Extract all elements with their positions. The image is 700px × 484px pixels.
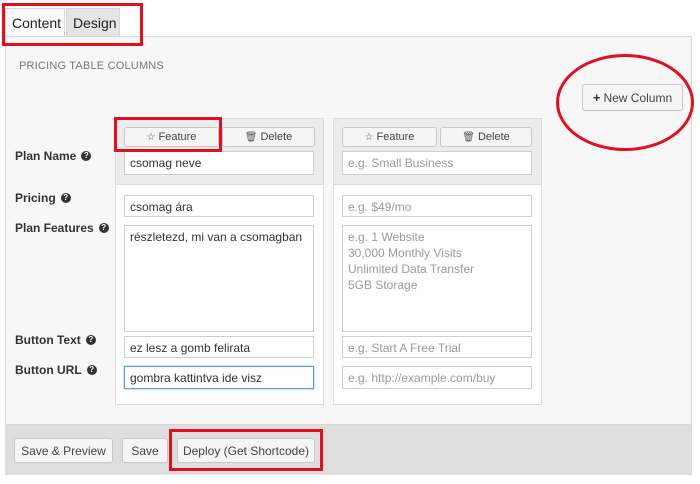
- delete-label: Delete: [260, 131, 293, 143]
- label-plan-features: Plan Features?: [15, 221, 109, 235]
- feature-label: Feature: [158, 131, 197, 143]
- label-button-text: Button Text?: [15, 333, 96, 347]
- plan-features-textarea[interactable]: e.g. 1 Website 30,000 Monthly Visits Unl…: [342, 225, 532, 332]
- plus-icon: +: [592, 90, 601, 105]
- label-button-url: Button URL?: [15, 363, 97, 377]
- help-icon[interactable]: ?: [81, 151, 92, 161]
- label-plan-name: Plan Name?: [15, 149, 92, 163]
- tab-content[interactable]: Content: [5, 8, 65, 36]
- pricing-input[interactable]: csomag ára: [124, 195, 314, 217]
- tab-design[interactable]: Design: [66, 8, 120, 36]
- feature-button[interactable]: ☆ Feature: [124, 127, 219, 147]
- help-icon[interactable]: ?: [85, 335, 96, 345]
- feature-label: Feature: [376, 131, 415, 143]
- delete-button[interactable]: 🗑 Delete: [440, 127, 532, 147]
- new-column-label: New Column: [603, 90, 673, 105]
- pricing-input[interactable]: e.g. $49/mo: [342, 195, 532, 217]
- star-icon: ☆: [364, 131, 374, 143]
- delete-label: Delete: [477, 131, 510, 143]
- feature-button[interactable]: ☆ Feature: [342, 127, 437, 147]
- trash-icon: 🗑: [244, 131, 258, 143]
- plan-name-input[interactable]: csomag neve: [124, 151, 314, 175]
- save-preview-button[interactable]: Save & Preview: [14, 438, 113, 463]
- help-icon[interactable]: ?: [86, 365, 97, 375]
- new-column-button[interactable]: + New Column: [582, 84, 683, 111]
- deploy-button[interactable]: Deploy (Get Shortcode): [177, 438, 315, 463]
- label-pricing: Pricing?: [15, 191, 71, 205]
- help-icon[interactable]: ?: [98, 223, 109, 233]
- star-icon: ☆: [146, 131, 156, 143]
- button-text-input[interactable]: ez lesz a gomb felirata: [124, 336, 314, 358]
- button-url-input[interactable]: gombra kattintva ide visz: [124, 366, 314, 389]
- section-title: PRICING TABLE COLUMNS: [19, 60, 164, 72]
- help-icon[interactable]: ?: [60, 193, 71, 203]
- plan-features-textarea[interactable]: részletezd, mi van a csomagban: [124, 225, 314, 332]
- button-url-input[interactable]: e.g. http://example.com/buy: [342, 366, 532, 389]
- save-button[interactable]: Save: [122, 438, 168, 463]
- trash-icon: 🗑: [462, 131, 475, 143]
- button-text-input[interactable]: e.g. Start A Free Trial: [342, 336, 532, 358]
- plan-name-input[interactable]: e.g. Small Business: [342, 151, 532, 175]
- delete-button[interactable]: 🗑 Delete: [222, 127, 315, 147]
